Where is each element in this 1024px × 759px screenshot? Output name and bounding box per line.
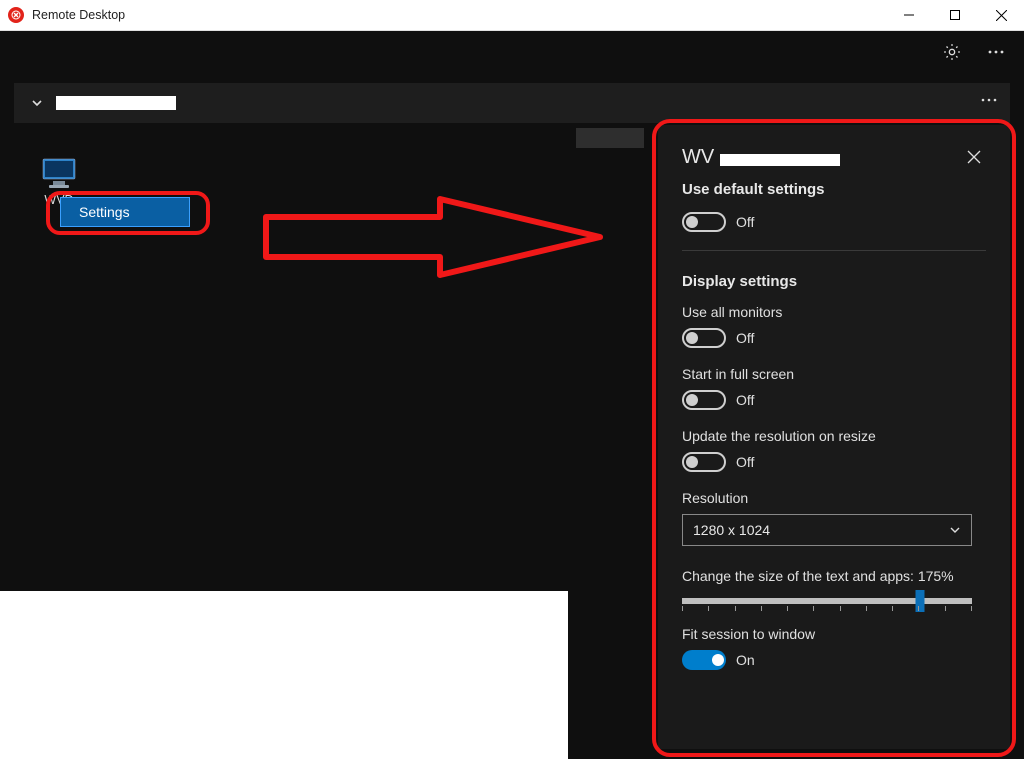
use-all-monitors-state: Off [736, 330, 754, 346]
display-settings-header: Display settings [682, 273, 986, 290]
resolution-value: 1280 x 1024 [693, 522, 770, 538]
update-resolution-resize-state: Off [736, 454, 754, 470]
close-icon[interactable] [962, 145, 986, 169]
use-default-settings-toggle[interactable] [682, 212, 726, 232]
fit-session-label: Fit session to window [682, 626, 986, 642]
settings-panel: WV Use default settings Off Display sett… [658, 125, 1010, 749]
window-maximize-button[interactable] [932, 0, 978, 30]
window-minimize-button[interactable] [886, 0, 932, 30]
divider [682, 250, 986, 251]
annotation-arrow-icon [260, 189, 620, 285]
fit-session-state: On [736, 652, 755, 668]
start-full-screen-state: Off [736, 392, 754, 408]
text-size-slider[interactable] [682, 598, 972, 604]
update-resolution-resize-label: Update the resolution on resize [682, 428, 986, 444]
chevron-down-icon [949, 524, 961, 536]
start-full-screen-label: Start in full screen [682, 366, 986, 382]
panel-title-redacted [720, 154, 840, 166]
context-menu-item-settings[interactable]: Settings [61, 198, 189, 226]
chevron-down-icon[interactable] [24, 90, 50, 116]
computer-icon [39, 157, 79, 189]
window-close-button[interactable] [978, 0, 1024, 30]
panel-title: WV [682, 146, 840, 169]
update-resolution-resize-toggle[interactable] [682, 452, 726, 472]
window-titlebar: Remote Desktop [0, 0, 1024, 31]
workspace-more-icon[interactable] [980, 91, 998, 114]
more-icon[interactable] [978, 34, 1014, 70]
use-all-monitors-toggle[interactable] [682, 328, 726, 348]
start-full-screen-toggle[interactable] [682, 390, 726, 410]
app-topbar [0, 31, 1024, 73]
blank-region [0, 591, 568, 759]
text-size-label: Change the size of the text and apps: 17… [682, 568, 986, 584]
resolution-select[interactable]: 1280 x 1024 [682, 514, 972, 546]
panel-tab-indicator [576, 128, 644, 148]
workspace-name-redacted [56, 96, 176, 110]
app-surface: WVD Settings WV Use default settings Off… [0, 31, 1024, 759]
app-icon [8, 7, 24, 23]
use-default-settings-state: Off [736, 214, 754, 230]
window-title: Remote Desktop [32, 8, 125, 22]
context-menu: Settings [60, 197, 190, 227]
slider-ticks [682, 606, 972, 611]
resolution-label: Resolution [682, 490, 986, 506]
gear-icon[interactable] [934, 34, 970, 70]
use-default-settings-label: Use default settings [682, 181, 986, 198]
workspace-header-bar[interactable] [14, 83, 1010, 123]
use-all-monitors-label: Use all monitors [682, 304, 986, 320]
fit-session-toggle[interactable] [682, 650, 726, 670]
